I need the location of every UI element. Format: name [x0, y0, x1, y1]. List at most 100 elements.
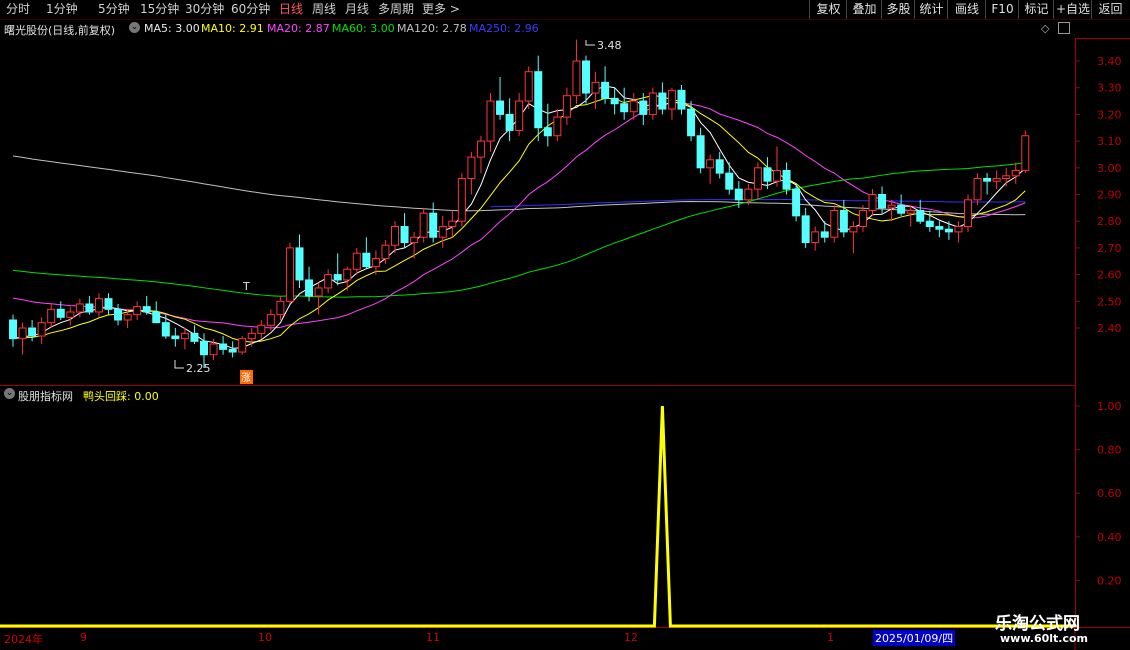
candle-body — [257, 324, 266, 334]
candle-body — [381, 244, 390, 260]
candle-body — [534, 71, 543, 129]
low-marker-icon — [174, 360, 184, 369]
candle-body — [56, 308, 65, 318]
candle-body — [916, 210, 925, 222]
candle-body — [820, 231, 829, 238]
candle-body — [1002, 175, 1011, 179]
candle-body — [94, 298, 103, 313]
candle-body — [725, 172, 734, 190]
candle-body — [667, 89, 676, 110]
date-label-sep: 9 — [80, 631, 87, 644]
window-toggle-icon[interactable] — [1058, 22, 1070, 34]
cursor-date: 2025/01/09/四 — [873, 630, 956, 646]
candle-body — [887, 204, 896, 209]
candle-body — [37, 322, 46, 337]
chevron-down-icon[interactable]: ⌄ — [129, 22, 140, 33]
ma10-legend: MA10: 2.91 — [201, 22, 264, 35]
indicator-name[interactable]: 股朋指标网 — [18, 388, 73, 404]
candle-body — [687, 108, 696, 137]
candle-body — [161, 322, 170, 337]
indicator-tick-label: 0.20 — [1097, 574, 1122, 587]
indicator-tick-label: 1.00 — [1097, 400, 1122, 413]
price-tick-label: 2.40 — [1097, 322, 1122, 335]
candle-body — [457, 177, 466, 222]
ma120-legend: MA120: 2.78 — [397, 22, 467, 35]
candle-body — [486, 100, 495, 142]
candle-body — [515, 100, 524, 131]
candle-body — [897, 204, 906, 214]
indicator-axis: 1.00 0.80 0.60 0.40 0.20 — [1075, 400, 1122, 587]
candle-body — [582, 60, 590, 94]
candle-body — [391, 226, 399, 246]
ma5-legend: MA5: 3.00 — [144, 22, 200, 35]
candle-body — [878, 194, 887, 209]
candle-body — [200, 340, 208, 356]
candle-body — [782, 169, 791, 190]
candle-body — [362, 252, 371, 268]
candle-body — [209, 343, 218, 356]
candle-body — [868, 194, 877, 212]
candle-body — [744, 188, 753, 201]
price-tick-label: 2.90 — [1097, 189, 1122, 202]
candle-body — [371, 258, 380, 268]
candle-body — [572, 60, 581, 97]
watermark-site: www.60lt.com — [1000, 632, 1089, 645]
stock-title[interactable]: 曙光股份(日线,前复权) — [4, 22, 115, 38]
candle-body — [333, 274, 342, 281]
candle-body — [133, 306, 142, 316]
candle-body — [954, 226, 963, 233]
candle-body — [505, 113, 514, 131]
candle-body — [66, 311, 75, 318]
candle-body — [400, 226, 409, 244]
price-tick-label: 3.30 — [1097, 82, 1122, 95]
surge-marker: 涨 — [241, 372, 251, 384]
candle-body — [467, 156, 476, 179]
date-label-nov: 11 — [426, 631, 440, 644]
candle-body — [352, 252, 361, 270]
indicator-line — [0, 405, 1075, 628]
candle-body — [276, 300, 285, 316]
candle-body — [591, 81, 600, 94]
candle-body — [75, 303, 84, 313]
candle-body — [190, 332, 199, 342]
candle-body — [410, 236, 419, 244]
candle-body — [906, 210, 915, 214]
candle-body — [830, 210, 839, 238]
price-tick-label: 2.60 — [1097, 269, 1122, 282]
candle-body — [219, 343, 228, 350]
candle-body — [706, 159, 715, 169]
candle-body — [18, 327, 27, 340]
candle-body — [476, 140, 485, 158]
kline-chart[interactable]: 3.40 3.30 3.20 3.10 3.00 2.90 2.80 2.70 2.60 2.50… — [0, 0, 1130, 650]
date-label-dec: 12 — [624, 631, 638, 644]
price-tick-label: 3.20 — [1097, 108, 1122, 121]
candle-body — [314, 287, 323, 297]
candle-body — [858, 210, 867, 228]
high-price-label: 3.48 — [597, 39, 622, 52]
candle-body — [1011, 169, 1020, 177]
candle-body — [247, 332, 256, 340]
indicator-tick-label: 0.80 — [1097, 444, 1122, 457]
price-tick-label: 3.10 — [1097, 135, 1122, 148]
ma20-line — [12, 102, 1026, 329]
indicator-dropdown-icon[interactable]: ⌄ — [4, 388, 15, 399]
date-label-year: 2024年 — [4, 633, 43, 646]
candle-body — [238, 338, 247, 353]
candle-body — [562, 95, 571, 118]
high-marker-icon — [585, 40, 595, 46]
price-tick-label: 2.50 — [1097, 295, 1122, 308]
diamond-icon[interactable]: ◇ — [1041, 22, 1049, 35]
candle-body — [553, 116, 562, 137]
date-label-jan: 1 — [827, 631, 834, 644]
candle-body — [983, 177, 992, 182]
candle-body — [944, 228, 953, 233]
candle-body — [964, 199, 972, 228]
candle-body — [295, 247, 304, 281]
candle-body — [285, 247, 294, 302]
candle-body — [85, 303, 94, 313]
candle-body — [696, 135, 705, 169]
candle-body — [448, 220, 457, 228]
candle-body — [496, 100, 505, 115]
candle-body — [773, 169, 781, 182]
candle-body — [811, 231, 820, 244]
